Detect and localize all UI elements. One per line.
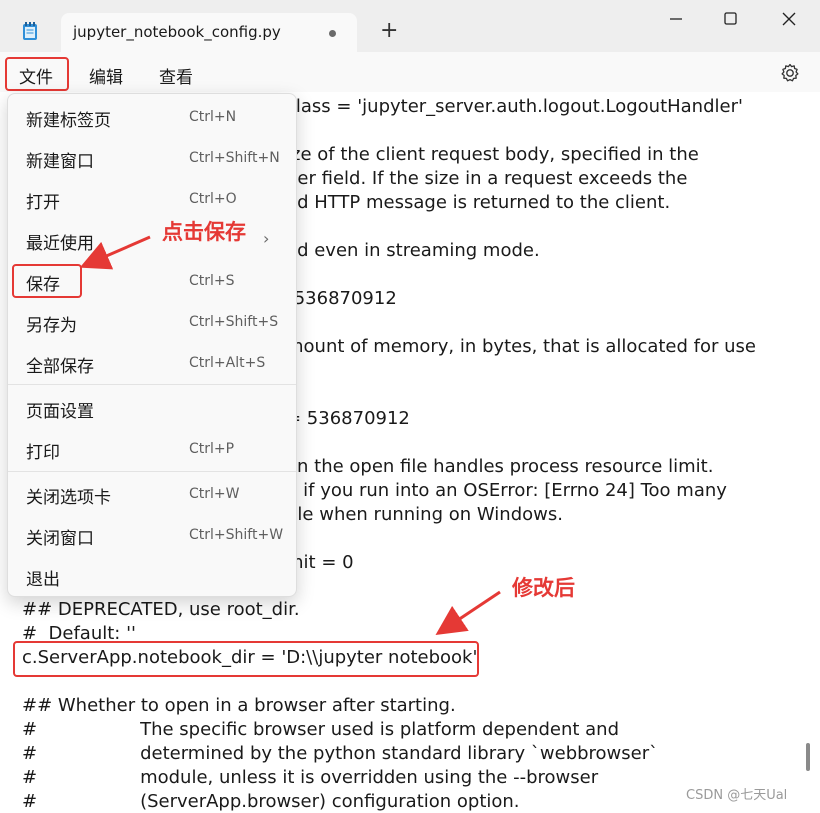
- gear-icon[interactable]: [779, 62, 801, 84]
- annotation-click-save: 点击保存: [162, 220, 246, 244]
- menu-file[interactable]: 文件: [19, 63, 53, 88]
- code-line: der field. If the size in a request exce…: [286, 168, 688, 189]
- watermark: CSDN @七天Ual: [686, 788, 788, 803]
- notepad-icon: [23, 22, 37, 40]
- maximize-icon[interactable]: [716, 8, 746, 30]
- menu-item-label: 打开: [26, 193, 60, 213]
- menu-item-shortcut: Ctrl+Shift+N: [189, 150, 280, 166]
- menu-edit[interactable]: 编辑: [89, 63, 123, 88]
- code-line: ize of the client request body, specifie…: [286, 144, 699, 165]
- menu-divider: [8, 471, 296, 472]
- menu-item-label: 全部保存: [26, 357, 94, 377]
- annotation-after-edit: 修改后: [512, 576, 575, 600]
- close-icon[interactable]: [776, 8, 806, 30]
- menu-item-shortcut: Ctrl+S: [189, 273, 235, 289]
- code-line: # determined by the python standard libr…: [22, 743, 659, 764]
- code-line: class = 'jupyter_server.auth.logout.Logo…: [286, 96, 743, 117]
- menu-item-label: 新建标签页: [26, 111, 111, 131]
- menu-item-shortcut: Ctrl+P: [189, 441, 235, 457]
- menu-item-open[interactable]: 打开 Ctrl+O: [8, 180, 296, 218]
- menu-item-save[interactable]: 保存 Ctrl+S: [8, 262, 296, 300]
- menu-item-label: 打印: [26, 443, 60, 463]
- menu-item-label: 页面设置: [26, 402, 94, 422]
- chevron-right-icon: ›: [263, 229, 270, 248]
- menu-item-exit[interactable]: 退出: [8, 557, 296, 595]
- code-line: ## Whether to open in a browser after st…: [22, 695, 456, 716]
- code-line: # module, unless it is overridden using …: [22, 767, 599, 788]
- file-menu-dropdown: 新建标签页 Ctrl+N 新建窗口 Ctrl+Shift+N 打开 Ctrl+O…: [7, 93, 297, 597]
- menu-item-label: 最近使用: [26, 234, 94, 254]
- tab-document[interactable]: jupyter_notebook_config.py: [61, 13, 357, 52]
- menu-item-shortcut: Ctrl+Shift+W: [189, 527, 284, 543]
- new-tab-button[interactable]: +: [380, 20, 398, 42]
- menu-item-new-tab[interactable]: 新建标签页 Ctrl+N: [8, 98, 296, 136]
- menu-item-label: 保存: [26, 275, 60, 295]
- menu-item-new-window[interactable]: 新建窗口 Ctrl+Shift+N: [8, 139, 296, 177]
- code-line: # The specific browser used is platform …: [22, 719, 620, 740]
- code-line: ble when running on Windows.: [286, 504, 563, 525]
- menu-item-page-setup[interactable]: 页面设置: [8, 389, 296, 427]
- menu-item-print[interactable]: 打印 Ctrl+P: [8, 430, 296, 468]
- tab-title: jupyter_notebook_config.py: [73, 23, 281, 41]
- code-line: ## DEPRECATED, use root_dir.: [22, 599, 300, 620]
- menu-item-shortcut: Ctrl+N: [189, 109, 237, 125]
- menu-item-recent[interactable]: 最近使用 ›: [8, 221, 296, 259]
- menu-item-label: 另存为: [26, 316, 77, 336]
- menu-item-shortcut: Ctrl+Alt+S: [189, 355, 266, 371]
- menu-item-save-all[interactable]: 全部保存 Ctrl+Alt+S: [8, 344, 296, 382]
- code-line: on the open file handles process resourc…: [286, 456, 714, 477]
- title-bar: jupyter_notebook_config.py +: [0, 0, 820, 52]
- menu-item-label: 关闭窗口: [26, 529, 94, 549]
- menu-bar: 文件 编辑 查看: [0, 52, 820, 92]
- menu-item-shortcut: Ctrl+O: [189, 191, 237, 207]
- menu-item-save-as[interactable]: 另存为 Ctrl+Shift+S: [8, 303, 296, 341]
- menu-item-shortcut: Ctrl+W: [189, 486, 240, 502]
- code-line: ed even in streaming mode.: [286, 240, 540, 261]
- code-line: d if you run into an OSError: [Errno 24]…: [286, 480, 727, 501]
- menu-item-close-window[interactable]: 关闭窗口 Ctrl+Shift+W: [8, 516, 296, 554]
- menu-item-label: 关闭选项卡: [26, 488, 111, 508]
- unsaved-dot-icon[interactable]: [329, 30, 336, 37]
- code-line: # (ServerApp.browser) configuration opti…: [22, 791, 520, 812]
- menu-item-label: 新建窗口: [26, 152, 94, 172]
- code-line: 536870912: [288, 288, 397, 309]
- menu-item-close-tab[interactable]: 关闭选项卡 Ctrl+W: [8, 475, 296, 513]
- code-line-notebook-dir: c.ServerApp.notebook_dir = 'D:\\jupyter …: [22, 647, 478, 668]
- code-line: ed HTTP message is returned to the clien…: [286, 192, 671, 213]
- menu-item-label: 退出: [26, 570, 60, 590]
- scrollbar-thumb[interactable]: [806, 743, 810, 771]
- menu-item-shortcut: Ctrl+Shift+S: [189, 314, 279, 330]
- minimize-icon[interactable]: [662, 8, 692, 30]
- code-line: mount of memory, in bytes, that is alloc…: [286, 336, 756, 357]
- menu-divider: [8, 384, 296, 385]
- code-line: # Default: '': [22, 623, 136, 644]
- code-line: = 536870912: [286, 408, 410, 429]
- menu-view[interactable]: 查看: [159, 63, 193, 88]
